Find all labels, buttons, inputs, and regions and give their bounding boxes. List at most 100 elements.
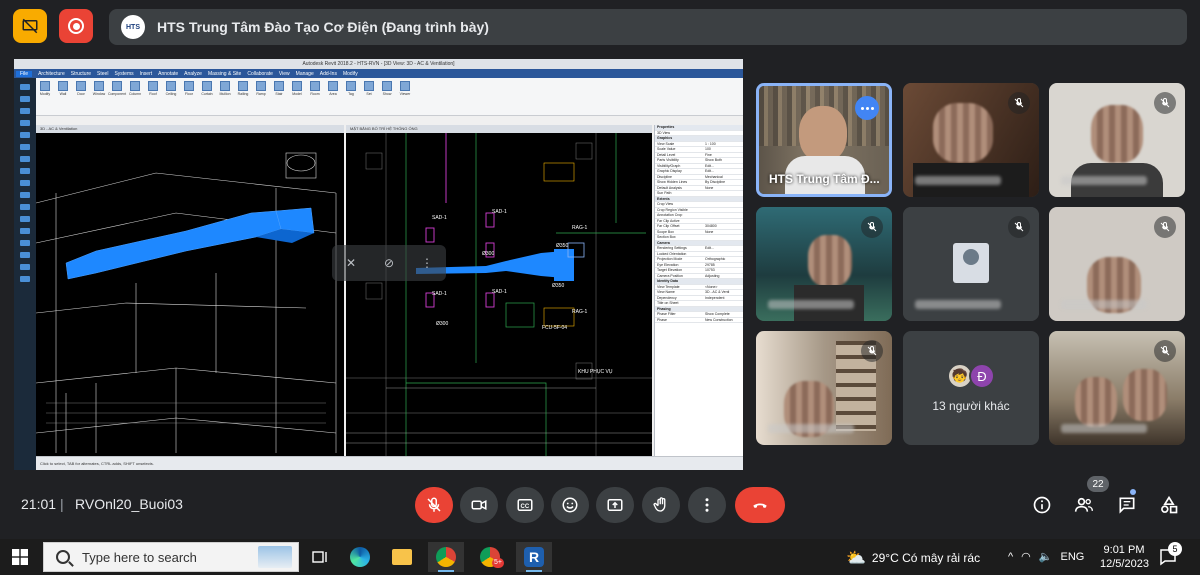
raise-hand-button[interactable] xyxy=(642,487,680,523)
revit-ribbon-tool: Model xyxy=(290,81,304,101)
microphone-button[interactable] xyxy=(415,487,453,523)
ribbon-tool-icon xyxy=(148,81,158,91)
participant-more-button[interactable] xyxy=(855,96,879,120)
revit-ribbon-tool: Room xyxy=(308,81,322,101)
activities-button[interactable] xyxy=(1155,491,1183,519)
ribbon-tool-label: Roof xyxy=(149,92,157,96)
ribbon-tool-icon xyxy=(328,81,338,91)
revit-ribbon-tool: Component xyxy=(108,81,126,101)
search-icon xyxy=(56,550,70,564)
duct-label: Ø300 xyxy=(436,321,449,327)
ribbon-tool-label: Curtain xyxy=(201,92,213,96)
revit-menu-tab: Massing & Site xyxy=(207,70,242,77)
ribbon-tool-icon xyxy=(40,81,50,91)
taskbar-file-explorer[interactable] xyxy=(384,542,420,572)
ribbon-tool-icon xyxy=(310,81,320,91)
mic-off-icon xyxy=(427,497,441,512)
participant-tile[interactable] xyxy=(1049,83,1185,197)
participant-tile[interactable] xyxy=(756,207,892,321)
pin-off-icon[interactable]: ✕ xyxy=(344,256,358,270)
property-key: Detail Level xyxy=(657,152,676,157)
revit-menu: File Architecture Structure Steel Systems Ins… xyxy=(14,69,743,78)
system-tray: ^ ◠ 🔈 ENG xyxy=(1008,550,1084,564)
ribbon-tool-icon xyxy=(112,81,122,91)
property-key: Projection Mode xyxy=(657,257,683,261)
revit-menu-tab: Insert xyxy=(139,70,153,77)
chrome-icon xyxy=(436,547,456,567)
meeting-details-button[interactable] xyxy=(1028,491,1056,519)
others-tile[interactable]: 🧒 Đ 13 người khác xyxy=(903,331,1039,445)
duct-label: SAD-1 xyxy=(492,209,507,215)
people-button[interactable] xyxy=(1070,491,1098,519)
property-key: Section Box xyxy=(657,235,676,239)
property-key: View Template xyxy=(657,284,680,289)
meeting-code: RVOnl20_Buoi03 xyxy=(75,496,183,512)
property-key: Show Hidden Lines xyxy=(657,180,688,184)
windows-taskbar: Type here to search 5+ R ⛅ 29°C Có mây r… xyxy=(0,539,1200,575)
taskbar-revit[interactable]: R xyxy=(516,542,552,572)
taskbar-time: 9:01 PM xyxy=(1103,544,1145,556)
participant-tile[interactable] xyxy=(1049,331,1185,445)
presenter-chip[interactable]: HTS HTS Trung Tâm Đào Tạo Cơ Điện (Đang … xyxy=(109,9,1187,45)
ribbon-tool-icon xyxy=(382,81,392,91)
volume-icon[interactable]: 🔈 xyxy=(1039,550,1053,563)
task-view-button[interactable] xyxy=(302,542,338,572)
revit-ribbon-tool: Wall xyxy=(56,81,70,101)
property-value: None xyxy=(705,229,714,234)
language-indicator[interactable]: ENG xyxy=(1060,551,1084,563)
search-placeholder: Type here to search xyxy=(82,549,197,565)
clock-block[interactable]: 9:01 PM 12/5/2023 xyxy=(1100,543,1149,571)
closed-captions-icon: CC xyxy=(517,499,533,511)
property-value: None xyxy=(705,185,714,190)
pin-icon[interactable]: ⊘ xyxy=(382,256,396,270)
revit-ribbon-tool: Show xyxy=(380,81,394,101)
reactions-button[interactable] xyxy=(551,487,589,523)
windows-start-icon[interactable] xyxy=(12,549,28,565)
ribbon-tool-icon xyxy=(166,81,176,91)
participant-tile[interactable] xyxy=(756,331,892,445)
revit-menu-tab: File xyxy=(16,70,33,77)
captions-button[interactable]: CC xyxy=(506,487,544,523)
people-icon xyxy=(1074,497,1093,512)
leave-call-button[interactable] xyxy=(735,487,785,523)
mic-off-icon xyxy=(1160,221,1170,232)
weather-widget[interactable]: ⛅ 29°C Có mây rải rác xyxy=(846,548,980,568)
mic-off-icon xyxy=(867,221,877,232)
folder-icon xyxy=(392,549,412,565)
wifi-icon[interactable]: ◠ xyxy=(1021,550,1031,563)
ribbon-tool-label: Room xyxy=(310,92,320,96)
chat-button[interactable] xyxy=(1113,491,1141,519)
others-avatars: 🧒 Đ xyxy=(947,363,995,389)
revit-menu-tab: Annotate xyxy=(158,70,179,77)
ribbon-tool-icon xyxy=(76,81,86,91)
revit-properties-panel: Properties 3D View Graphics View Scale 1 :… xyxy=(654,125,743,456)
participant-tile[interactable] xyxy=(903,83,1039,197)
property-value: Mechanical xyxy=(705,174,723,179)
hang-up-icon xyxy=(753,503,767,508)
top-bar: HTS HTS Trung Tâm Đào Tạo Cơ Điện (Đang … xyxy=(0,0,1200,56)
taskbar-chrome-profile[interactable]: 5+ xyxy=(472,542,508,572)
remote-taskbar xyxy=(14,78,36,470)
participant-tile-presenter[interactable]: HTS Trung Tâm Đ... xyxy=(756,83,892,197)
taskbar-edge[interactable] xyxy=(342,542,378,572)
revit-ribbon-tool: Mullion xyxy=(218,81,232,101)
shared-screen: Autodesk Revit 2018.2 - HTS-RVN - [3D Vi… xyxy=(14,59,743,470)
others-count-label: 13 người khác xyxy=(932,399,1010,413)
properties-row: Phase New Construction xyxy=(655,318,743,323)
taskbar-chrome[interactable] xyxy=(428,542,464,572)
recording-button[interactable] xyxy=(59,9,93,43)
ribbon-tool-label: Area xyxy=(329,92,337,96)
more-options-icon[interactable]: ⋮ xyxy=(420,256,434,270)
property-value: 304800 xyxy=(705,224,717,228)
more-options-button[interactable] xyxy=(688,487,726,523)
presentation-off-button[interactable] xyxy=(13,9,47,43)
ribbon-tool-label: Mullion xyxy=(219,92,231,96)
participant-tile[interactable] xyxy=(903,207,1039,321)
property-key: Graphics xyxy=(657,136,673,140)
participant-tile[interactable] xyxy=(1049,207,1185,321)
property-key: Identity Data xyxy=(657,279,679,283)
camera-button[interactable] xyxy=(460,487,498,523)
present-screen-button[interactable] xyxy=(596,487,634,523)
chevron-up-icon[interactable]: ^ xyxy=(1008,551,1013,563)
taskbar-search-box[interactable]: Type here to search xyxy=(43,542,299,572)
